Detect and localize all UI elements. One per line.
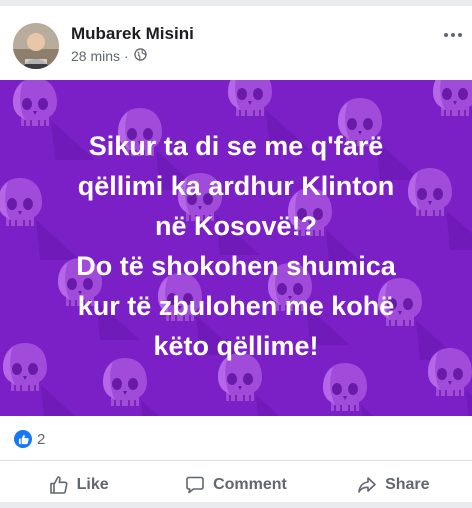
- text-line-2: qëllimi ka ardhur Klinton: [77, 171, 395, 201]
- post-image[interactable]: Sikur ta di se me q'farë qëllimi ka ardh…: [0, 80, 472, 416]
- share-label: Share: [385, 475, 430, 493]
- globe-icon: [133, 48, 147, 64]
- text-line-4: Do të shokohen shumica: [76, 251, 396, 281]
- action-bar: Like Comment Share: [0, 461, 472, 508]
- post-meta: 28 mins ·: [71, 48, 147, 64]
- reactions-bar[interactable]: 2: [0, 416, 472, 461]
- like-label: Like: [76, 475, 109, 493]
- comment-button[interactable]: Comment: [157, 461, 314, 508]
- author-name[interactable]: Mubarek Misini: [71, 24, 194, 44]
- text-line-5: kur të zbulohen me kohë: [77, 291, 395, 321]
- post-header: Mubarek Misini 28 mins ·: [0, 6, 472, 76]
- comment-label: Comment: [213, 475, 287, 493]
- text-line-1: Sikur ta di se me q'farë: [88, 131, 384, 161]
- meta-separator: ·: [124, 48, 129, 64]
- thumbs-up-outline-icon: [49, 475, 69, 495]
- reaction-count[interactable]: 2: [37, 431, 45, 448]
- text-line-6: këto qëllime!: [153, 331, 319, 361]
- post-card: Mubarek Misini 28 mins · Sikur ta di se …: [0, 6, 472, 508]
- post-time[interactable]: 28 mins: [71, 48, 120, 64]
- share-button[interactable]: Share: [315, 461, 472, 508]
- thumbs-up-icon: [14, 430, 32, 448]
- feed-divider-bottom: [0, 502, 472, 508]
- avatar[interactable]: [13, 23, 59, 69]
- post-image-text: Sikur ta di se me q'farë qëllimi ka ardh…: [0, 126, 472, 366]
- text-line-3: në Kosovë!?: [154, 211, 318, 241]
- comment-icon: [185, 475, 205, 495]
- like-button[interactable]: Like: [0, 461, 157, 508]
- share-icon: [357, 475, 377, 495]
- more-options-icon[interactable]: [444, 30, 466, 40]
